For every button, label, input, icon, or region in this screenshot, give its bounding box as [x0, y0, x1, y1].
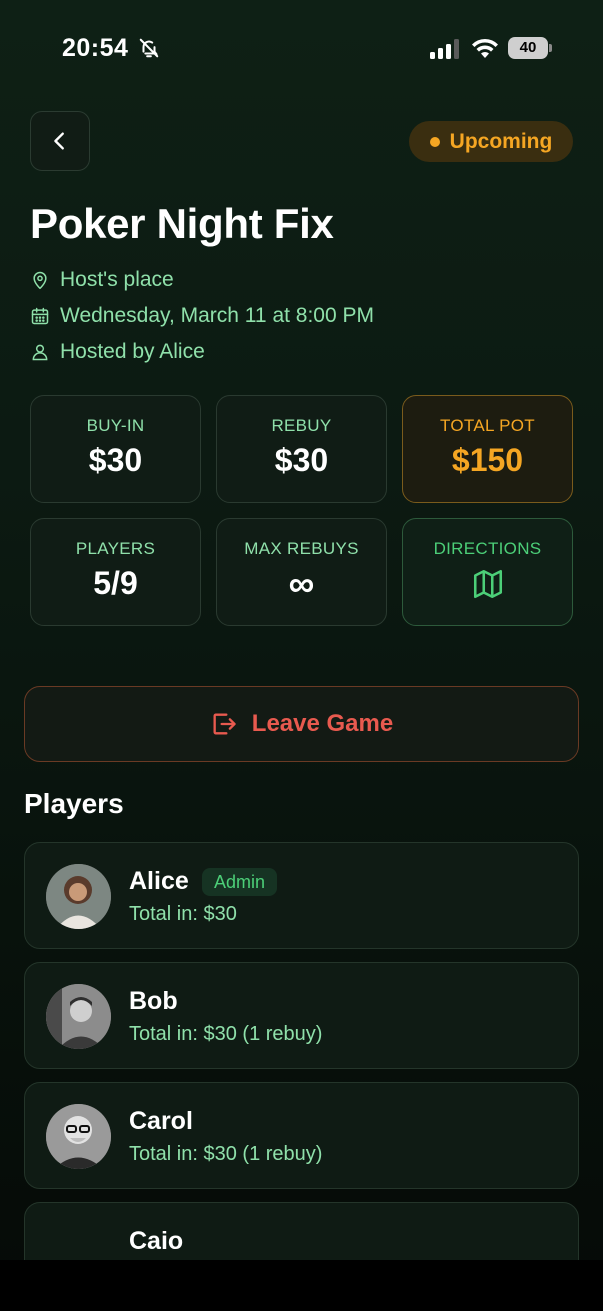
total-pot-label: TOTAL POT — [440, 416, 535, 435]
battery-icon: 40 — [508, 37, 552, 59]
total-pot-card: TOTAL POT $150 — [402, 395, 573, 503]
player-name: Bob — [129, 987, 178, 1015]
datetime-row: Wednesday, March 11 at 8:00 PM — [30, 304, 374, 328]
player-card[interactable]: Bob Total in: $30 (1 rebuy) — [24, 962, 579, 1069]
datetime-text: Wednesday, March 11 at 8:00 PM — [60, 304, 374, 327]
calendar-icon — [31, 307, 49, 325]
avatar — [46, 984, 111, 1049]
logout-icon — [213, 713, 236, 735]
buyin-value: $30 — [88, 442, 143, 478]
battery-level: 40 — [508, 37, 548, 59]
player-total: Total in: $30 (1 rebuy) — [129, 1023, 323, 1045]
status-bar: 20:54 40 — [0, 0, 603, 96]
page-title: Poker Night Fix — [30, 200, 334, 247]
admin-badge: Admin — [202, 868, 278, 896]
max-rebuys-value: ∞ — [288, 563, 315, 604]
player-name: Alice — [129, 867, 189, 895]
max-rebuys-label: MAX REBUYS — [244, 539, 359, 558]
players-section-title: Players — [24, 788, 124, 819]
user-icon — [32, 344, 48, 361]
player-card[interactable]: Carol Total in: $30 (1 rebuy) — [24, 1082, 579, 1189]
directions-button[interactable]: DIRECTIONS — [402, 518, 573, 626]
status-label: Upcoming — [449, 129, 553, 153]
leave-game-label: Leave Game — [251, 710, 394, 737]
wifi-icon — [472, 38, 498, 58]
chevron-left-icon — [54, 132, 64, 150]
directions-label: DIRECTIONS — [433, 539, 542, 558]
rebuy-label: REBUY — [271, 416, 332, 435]
max-rebuys-card: MAX REBUYS ∞ — [216, 518, 387, 626]
total-pot-value: $150 — [451, 442, 524, 478]
map-pin-icon — [33, 271, 47, 290]
status-time: 20:54 — [62, 34, 129, 62]
rebuy-value: $30 — [274, 442, 329, 478]
signal-icon — [430, 39, 459, 59]
host-row: Hosted by Alice — [30, 340, 205, 364]
location-row: Host's place — [30, 268, 174, 292]
bell-muted-icon — [139, 38, 159, 58]
buyin-label: BUY-IN — [86, 416, 145, 435]
player-name: Carol — [129, 1107, 193, 1135]
buyin-card: BUY-IN $30 — [30, 395, 201, 503]
avatar — [46, 1104, 111, 1169]
bottom-edge — [0, 1260, 603, 1311]
status-badge: Upcoming — [409, 121, 573, 162]
game-detail-screen: 20:54 40 Upcoming Poker Night Fix Host's… — [0, 0, 603, 1311]
players-value: 5/9 — [93, 565, 138, 601]
leave-game-button[interactable]: Leave Game — [24, 686, 579, 762]
player-total: Total in: $30 — [129, 903, 237, 925]
avatar — [46, 864, 111, 929]
rebuy-card: REBUY $30 — [216, 395, 387, 503]
map-icon — [473, 569, 502, 599]
player-total: Total in: $30 (1 rebuy) — [129, 1143, 323, 1165]
status-dot — [429, 136, 440, 147]
player-name: Caio — [129, 1227, 184, 1255]
player-card[interactable]: Alice Admin Total in: $30 — [24, 842, 579, 949]
back-button[interactable] — [30, 111, 90, 171]
location-text: Host's place — [60, 268, 174, 291]
players-label: PLAYERS — [75, 539, 156, 558]
players-card: PLAYERS 5/9 — [30, 518, 201, 626]
host-text: Hosted by Alice — [60, 340, 205, 363]
